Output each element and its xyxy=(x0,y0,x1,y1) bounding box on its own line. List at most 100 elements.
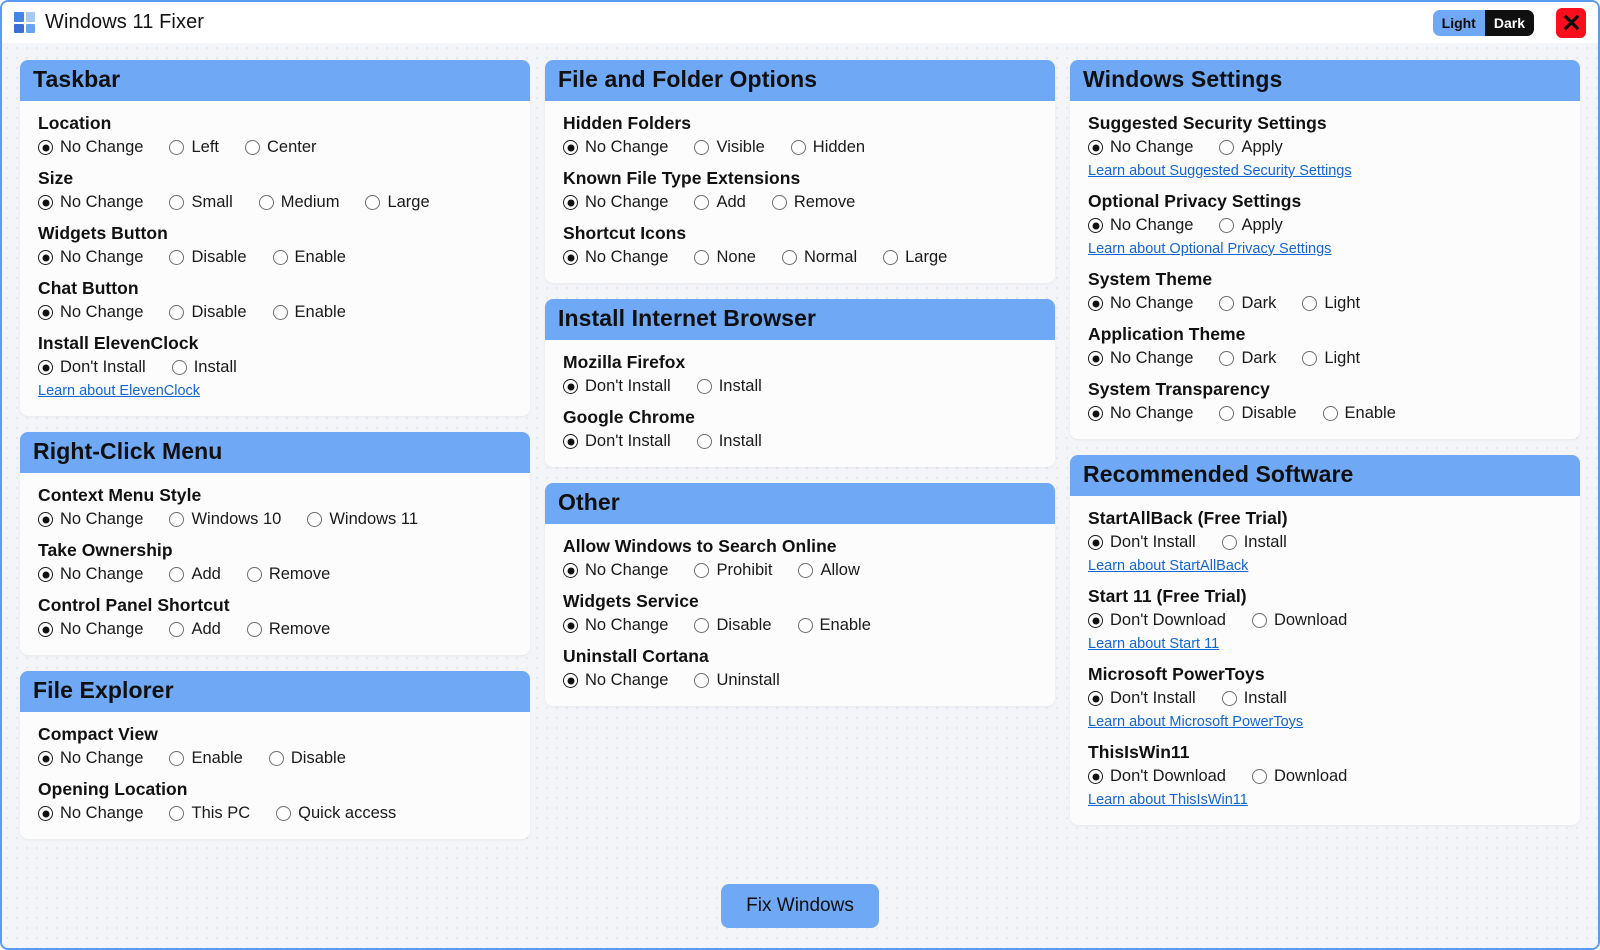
radio-option[interactable]: This PC xyxy=(169,804,250,823)
radio-option[interactable]: Hidden xyxy=(791,138,865,157)
radio-option[interactable]: Center xyxy=(245,138,317,157)
radio-unselected-icon xyxy=(245,140,260,155)
radio-option[interactable]: Dark xyxy=(1219,294,1276,313)
radio-option[interactable]: Large xyxy=(365,193,429,212)
learn-more-link[interactable]: Learn about Start 11 xyxy=(1088,636,1219,652)
radio-option[interactable]: Large xyxy=(883,248,947,267)
radio-option[interactable]: Enable xyxy=(273,248,346,267)
radio-option[interactable]: No Change xyxy=(38,303,143,322)
radio-option[interactable]: Medium xyxy=(259,193,340,212)
radio-option[interactable]: Disable xyxy=(169,248,246,267)
learn-more-link[interactable]: Learn about Optional Privacy Settings xyxy=(1088,241,1331,257)
radio-label: Small xyxy=(191,193,232,212)
radio-option[interactable]: No Change xyxy=(1088,404,1193,423)
radio-option[interactable]: Windows 11 xyxy=(307,510,418,529)
radio-option[interactable]: No Change xyxy=(38,749,143,768)
radio-option[interactable]: Download xyxy=(1252,611,1347,630)
radio-option[interactable]: Quick access xyxy=(276,804,396,823)
close-button[interactable] xyxy=(1556,8,1586,38)
learn-more-link[interactable]: Learn about StartAllBack xyxy=(1088,558,1248,574)
radio-option[interactable]: Dark xyxy=(1219,349,1276,368)
radio-option[interactable]: No Change xyxy=(563,193,668,212)
radio-option[interactable]: Install xyxy=(172,358,237,377)
radio-option[interactable]: Apply xyxy=(1219,138,1282,157)
radio-selected-icon xyxy=(563,140,578,155)
setting-group: Chat ButtonNo ChangeDisableEnable xyxy=(38,278,512,322)
radio-option[interactable]: No Change xyxy=(1088,294,1193,313)
card-title: Right-Click Menu xyxy=(20,432,530,473)
radio-option[interactable]: No Change xyxy=(1088,216,1193,235)
radio-option[interactable]: Light xyxy=(1302,294,1360,313)
radio-option[interactable]: Don't Install xyxy=(38,358,146,377)
radio-option[interactable]: Uninstall xyxy=(694,671,779,690)
radio-option[interactable]: Remove xyxy=(772,193,855,212)
radio-option[interactable]: Windows 10 xyxy=(169,510,281,529)
radio-option[interactable]: No Change xyxy=(38,193,143,212)
radio-option[interactable]: Don't Install xyxy=(563,377,671,396)
radio-option[interactable]: Add xyxy=(694,193,745,212)
setting-label: Widgets Service xyxy=(563,591,1037,612)
radio-option[interactable]: Remove xyxy=(247,565,330,584)
radio-option[interactable]: No Change xyxy=(1088,349,1193,368)
radio-option[interactable]: Prohibit xyxy=(694,561,772,580)
radio-option[interactable]: Left xyxy=(169,138,219,157)
radio-option[interactable]: Light xyxy=(1302,349,1360,368)
learn-more-link[interactable]: Learn about Microsoft PowerToys xyxy=(1088,714,1303,730)
radio-unselected-icon xyxy=(883,250,898,265)
theme-option-dark[interactable]: Dark xyxy=(1485,10,1534,36)
radio-option[interactable]: No Change xyxy=(38,510,143,529)
radio-label: Apply xyxy=(1241,216,1282,235)
radio-option[interactable]: Disable xyxy=(169,303,246,322)
radio-option[interactable]: Download xyxy=(1252,767,1347,786)
radio-option[interactable]: Add xyxy=(169,620,220,639)
radio-unselected-icon xyxy=(798,563,813,578)
radio-option[interactable]: No Change xyxy=(1088,138,1193,157)
theme-toggle[interactable]: Light Dark xyxy=(1433,10,1534,36)
radio-option[interactable]: Allow xyxy=(798,561,859,580)
radio-option[interactable]: No Change xyxy=(563,561,668,580)
fix-windows-button[interactable]: Fix Windows xyxy=(721,884,879,928)
radio-option[interactable]: Install xyxy=(1222,689,1287,708)
radio-option[interactable]: Add xyxy=(169,565,220,584)
radio-option[interactable]: No Change xyxy=(38,565,143,584)
radio-option[interactable]: Visible xyxy=(694,138,764,157)
radio-option[interactable]: Enable xyxy=(1323,404,1396,423)
radio-option[interactable]: Disable xyxy=(269,749,346,768)
radio-option[interactable]: Enable xyxy=(169,749,242,768)
radio-option[interactable]: No Change xyxy=(38,804,143,823)
radio-option[interactable]: Install xyxy=(697,377,762,396)
radio-option[interactable]: Enable xyxy=(273,303,346,322)
radio-option[interactable]: Don't Install xyxy=(1088,533,1196,552)
radio-option[interactable]: Remove xyxy=(247,620,330,639)
radio-option[interactable]: No Change xyxy=(563,616,668,635)
theme-option-light[interactable]: Light xyxy=(1433,10,1485,36)
radio-option[interactable]: Enable xyxy=(798,616,871,635)
radio-option[interactable]: None xyxy=(694,248,755,267)
radio-option[interactable]: Don't Download xyxy=(1088,767,1226,786)
radio-option[interactable]: No Change xyxy=(563,248,668,267)
radio-unselected-icon xyxy=(1219,140,1234,155)
radio-option[interactable]: No Change xyxy=(563,671,668,690)
learn-more-link[interactable]: Learn about Suggested Security Settings xyxy=(1088,163,1352,179)
learn-more-link[interactable]: Learn about ElevenClock xyxy=(38,383,200,399)
setting-group: Allow Windows to Search OnlineNo ChangeP… xyxy=(563,536,1037,580)
radio-option[interactable]: Disable xyxy=(694,616,771,635)
radio-option[interactable]: No Change xyxy=(38,138,143,157)
radio-option[interactable]: Install xyxy=(697,432,762,451)
setting-group: ThisIsWin11Don't DownloadDownloadLearn a… xyxy=(1088,742,1562,809)
radio-option[interactable]: No Change xyxy=(38,620,143,639)
learn-more-link[interactable]: Learn about ThisIsWin11 xyxy=(1088,792,1248,808)
radio-option[interactable]: Install xyxy=(1222,533,1287,552)
radio-unselected-icon xyxy=(169,806,184,821)
radio-option[interactable]: Don't Install xyxy=(563,432,671,451)
radio-option[interactable]: Don't Download xyxy=(1088,611,1226,630)
radio-selected-icon xyxy=(1088,351,1103,366)
radio-option[interactable]: Small xyxy=(169,193,232,212)
radio-option[interactable]: Disable xyxy=(1219,404,1296,423)
radio-option[interactable]: No Change xyxy=(563,138,668,157)
radio-option[interactable]: Normal xyxy=(782,248,857,267)
radio-option[interactable]: No Change xyxy=(38,248,143,267)
close-icon xyxy=(1563,14,1580,31)
radio-option[interactable]: Don't Install xyxy=(1088,689,1196,708)
radio-option[interactable]: Apply xyxy=(1219,216,1282,235)
